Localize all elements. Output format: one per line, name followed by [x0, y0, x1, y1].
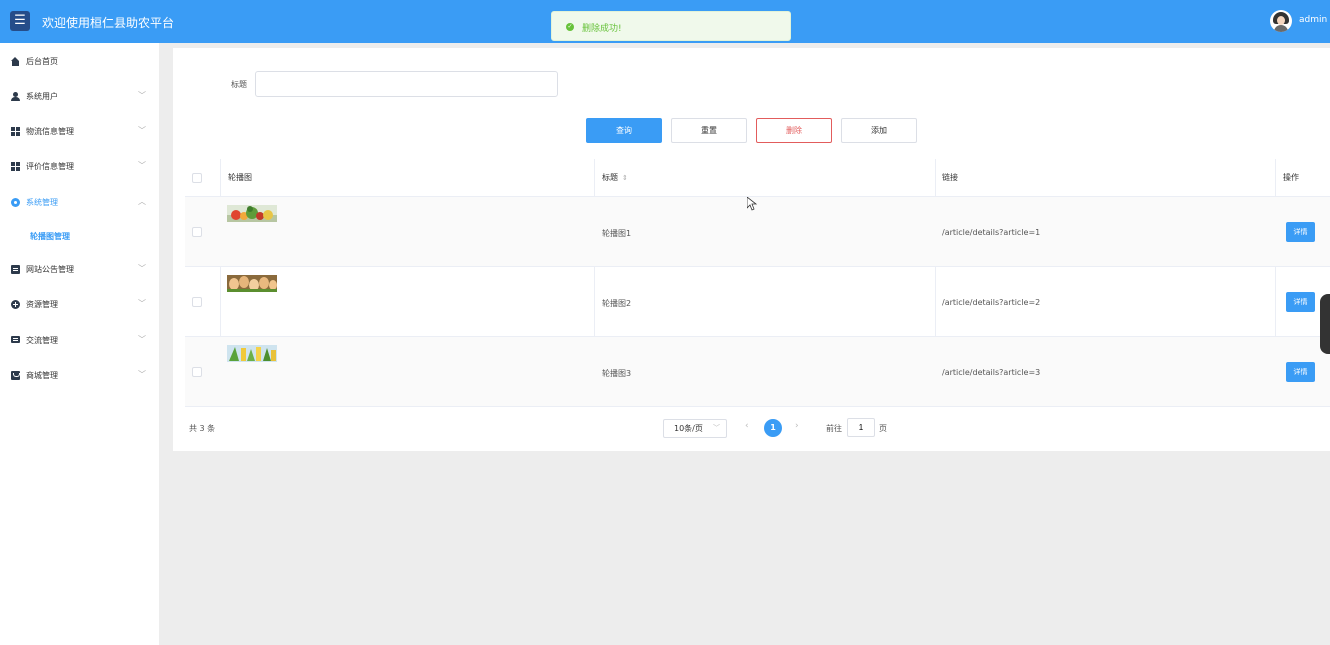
detail-button[interactable]: 详情: [1286, 292, 1315, 312]
row-link: /article/details?article=2: [942, 298, 1041, 307]
sidebar-item-label: 商城管理: [26, 371, 58, 380]
row-checkbox[interactable]: [192, 367, 202, 377]
delete-button[interactable]: 删除: [756, 118, 832, 143]
success-check-icon: ✓: [566, 23, 574, 31]
app-title: 欢迎使用桓仁县助农平台: [42, 16, 175, 30]
grid-icon: [11, 127, 20, 136]
column-header-title[interactable]: 标题 ⇕: [602, 172, 628, 183]
sidebar-item-label: 系统管理: [26, 198, 58, 207]
goto-label: 前往: [826, 424, 842, 433]
table-row: 轮播图1 /article/details?article=1 详情: [185, 197, 1330, 267]
sidebar: 后台首页 系统用户 ﹀ 物流信息管理 ﹀ 评价信息管理 ﹀ 系统管理 ︿ 轮播图…: [0, 43, 159, 645]
sidebar-item-reviews[interactable]: 评价信息管理 ﹀: [0, 152, 159, 182]
sidebar-item-logistics[interactable]: 物流信息管理 ﹀: [0, 117, 159, 147]
avatar-face: [1277, 16, 1285, 25]
chat-icon: [11, 336, 20, 343]
row-link: /article/details?article=3: [942, 368, 1041, 377]
sidebar-item-communication[interactable]: 交流管理 ﹀: [0, 326, 159, 356]
chevron-down-icon: ﹀: [138, 264, 146, 273]
grid-icon: [11, 162, 20, 171]
page-size-select[interactable]: 10条/页 ﹀: [663, 419, 727, 438]
chevron-up-icon: ︿: [138, 197, 146, 206]
user-avatar[interactable]: [1270, 10, 1292, 32]
plus-circle-icon: [11, 300, 20, 309]
main-panel: 标题 查询 重置 删除 添加 轮播图 标题 ⇕ 链接 操作 轮播图1 /arti…: [173, 48, 1330, 451]
menu-toggle-icon[interactable]: ☰: [10, 11, 30, 31]
sidebar-item-label: 物流信息管理: [26, 127, 74, 136]
detail-button[interactable]: 详情: [1286, 362, 1315, 382]
total-count: 共 3 条: [189, 424, 216, 433]
sidebar-item-label: 网站公告管理: [26, 265, 74, 274]
sidebar-item-shop[interactable]: 商城管理 ﹀: [0, 361, 159, 391]
chevron-down-icon: ﹀: [138, 161, 146, 170]
sort-icon[interactable]: ⇕: [622, 174, 628, 182]
sidebar-item-label: 资源管理: [26, 300, 58, 309]
chevron-down-icon: ﹀: [138, 370, 146, 379]
home-icon: [11, 57, 20, 66]
chevron-down-icon: ﹀: [138, 91, 146, 100]
success-toast: ✓ 删除成功!: [551, 11, 791, 41]
column-header-link: 链接: [942, 173, 958, 182]
sidebar-item-home[interactable]: 后台首页: [0, 47, 159, 77]
table-header-row: 轮播图 标题 ⇕ 链接 操作: [185, 159, 1330, 197]
select-all-checkbox[interactable]: [192, 173, 202, 183]
row-link: /article/details?article=1: [942, 228, 1041, 237]
sidebar-item-system-users[interactable]: 系统用户 ﹀: [0, 82, 159, 112]
sidebar-item-label: 交流管理: [26, 336, 58, 345]
prev-page-button[interactable]: ‹: [745, 421, 749, 431]
next-page-button[interactable]: ›: [795, 421, 799, 431]
detail-button[interactable]: 详情: [1286, 222, 1315, 242]
row-checkbox[interactable]: [192, 297, 202, 307]
add-button[interactable]: 添加: [841, 118, 917, 143]
sidebar-item-label: 后台首页: [26, 57, 58, 66]
chevron-down-icon: ﹀: [138, 299, 146, 308]
goto-page-input[interactable]: [847, 418, 875, 437]
floating-side-tab[interactable]: [1320, 294, 1330, 354]
gear-icon: [11, 198, 20, 207]
sidebar-subitem-carousel[interactable]: 轮播图管理: [30, 231, 70, 242]
avatar-body: [1274, 25, 1288, 32]
reset-button[interactable]: 重置: [671, 118, 747, 143]
row-title: 轮播图2: [602, 299, 632, 308]
table-row: 轮播图3 /article/details?article=3 详情: [185, 337, 1330, 407]
sidebar-item-announcements[interactable]: 网站公告管理 ﹀: [0, 255, 159, 285]
row-title: 轮播图3: [602, 369, 632, 378]
sidebar-item-system-management[interactable]: 系统管理 ︿: [0, 188, 159, 218]
username[interactable]: admin: [1299, 15, 1327, 25]
row-checkbox[interactable]: [192, 227, 202, 237]
sidebar-item-label: 系统用户: [26, 92, 58, 101]
table-row: 轮播图2 /article/details?article=2 详情: [185, 267, 1330, 337]
page-number-current[interactable]: 1: [764, 419, 782, 437]
column-header-image: 轮播图: [228, 173, 252, 182]
shop-icon: [11, 371, 20, 380]
sidebar-item-label: 评价信息管理: [26, 162, 74, 171]
column-header-action: 操作: [1283, 173, 1299, 182]
carousel-thumbnail-eggs: [227, 275, 277, 292]
document-icon: [11, 265, 20, 274]
mouse-cursor-icon: [747, 197, 757, 211]
title-filter-input[interactable]: [255, 71, 558, 97]
page-size-value: 10条/页: [674, 424, 703, 433]
toast-message: 删除成功!: [582, 24, 622, 34]
title-filter-label: 标题: [231, 80, 247, 89]
row-title: 轮播图1: [602, 229, 632, 238]
chevron-down-icon: ﹀: [138, 335, 146, 344]
sidebar-item-resources[interactable]: 资源管理 ﹀: [0, 290, 159, 320]
carousel-thumbnail-corn: [227, 345, 277, 362]
carousel-thumbnail-vegetables: [227, 205, 277, 222]
query-button[interactable]: 查询: [586, 118, 662, 143]
user-icon: [11, 92, 20, 101]
chevron-down-icon: ﹀: [713, 424, 720, 432]
column-header-title-label: 标题: [602, 173, 618, 182]
chevron-down-icon: ﹀: [138, 126, 146, 135]
goto-suffix: 页: [879, 424, 887, 433]
